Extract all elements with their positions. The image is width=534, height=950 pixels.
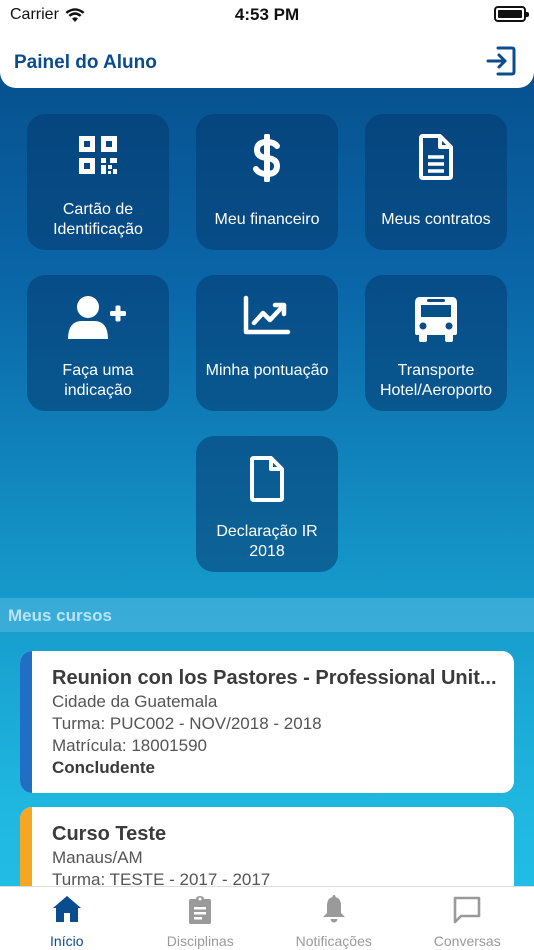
status-bar: Carrier 4:53 PM (0, 0, 534, 30)
tile-finance[interactable]: Meu financeiro (196, 114, 338, 250)
tab-conversations[interactable]: Conversas (401, 887, 534, 950)
course-city: Manaus/AM (52, 848, 143, 867)
course-status: Concludente (52, 758, 155, 777)
section-header: Meus cursos (0, 598, 534, 632)
chat-icon (453, 896, 481, 924)
tile-score[interactable]: Minha pontuação (196, 275, 338, 411)
clipboard-icon (189, 896, 212, 924)
course-card[interactable]: Reunion con los Pastores - Professional … (20, 651, 514, 793)
tab-label: Início (50, 933, 84, 949)
course-city: Cidade da Guatemala (52, 692, 218, 711)
tile-label: Meus contratos (381, 211, 491, 228)
bus-icon (415, 297, 457, 342)
file-icon (250, 456, 284, 502)
battery-icon (494, 6, 529, 22)
tab-label: Conversas (433, 933, 501, 949)
tab-home[interactable]: Início (0, 887, 134, 950)
tile-label: Meu financeiro (214, 211, 320, 228)
course-enrollment: Matrícula: 18001590 (52, 736, 207, 755)
tab-subjects[interactable]: Disciplinas (134, 887, 268, 950)
tile-id-card[interactable]: Cartão de Identificação (27, 114, 169, 250)
logout-button[interactable] (484, 44, 518, 78)
home-icon (52, 896, 81, 922)
qr-code-icon (79, 136, 117, 174)
tab-label: Notificações (295, 933, 372, 949)
tile-label: Declaração IR 2018 (216, 523, 318, 560)
tile-label: Cartão de Identificação (53, 201, 143, 238)
document-icon (419, 134, 453, 180)
tab-notifications[interactable]: Notificações (267, 887, 401, 950)
section-title: Meus cursos (8, 606, 112, 625)
dollar-icon (253, 134, 281, 182)
tile-referral[interactable]: Faça uma indicação (27, 275, 169, 411)
bell-icon (322, 895, 345, 923)
course-name: Reunion con los Pastores - Professional … (52, 667, 497, 689)
status-time: 4:53 PM (234, 5, 300, 24)
page-title: Painel do Aluno (14, 52, 157, 73)
course-name: Curso Teste (52, 823, 167, 845)
tile-tax-declaration[interactable]: Declaração IR 2018 (196, 436, 338, 572)
tile-transport[interactable]: Transporte Hotel/Aeroporto (365, 275, 507, 411)
tile-label: Faça uma indicação (62, 362, 134, 399)
tile-contracts[interactable]: Meus contratos (365, 114, 507, 250)
tab-bar: Início Disciplinas Notificações Conversa… (0, 886, 534, 950)
tile-label: Minha pontuação (205, 362, 329, 379)
app-header: Painel do Aluno (0, 30, 534, 88)
tile-label: Transporte Hotel/Aeroporto (379, 362, 493, 399)
user-plus-icon (68, 296, 126, 339)
tab-label: Disciplinas (166, 933, 234, 949)
course-class: Turma: PUC002 - NOV/2018 - 2018 (52, 714, 322, 733)
course-accent-stripe (20, 651, 32, 793)
chart-line-icon (243, 295, 291, 335)
sign-out-icon (486, 46, 516, 76)
